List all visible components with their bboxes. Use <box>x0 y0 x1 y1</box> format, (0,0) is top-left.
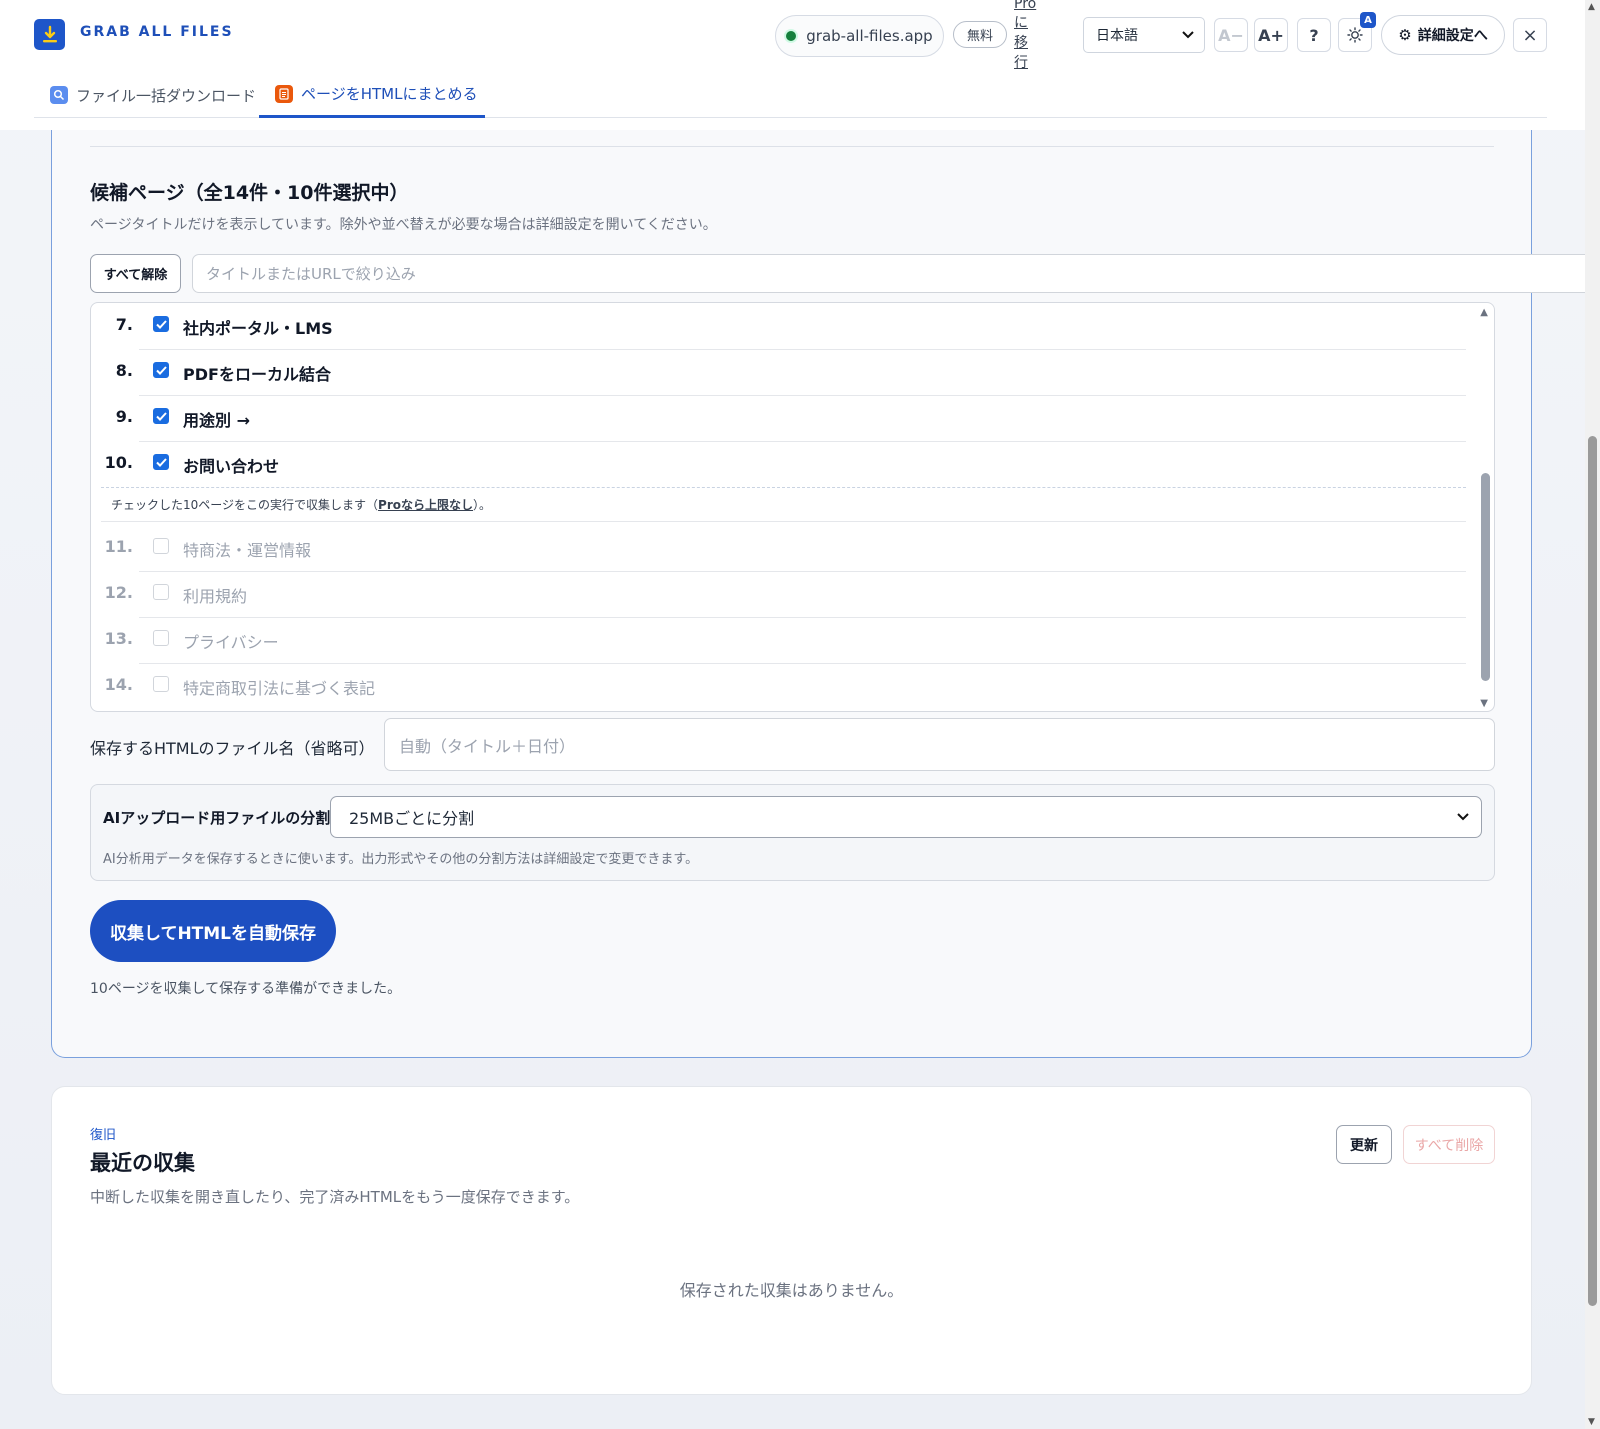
item-checkbox[interactable] <box>153 316 169 332</box>
split-label: AIアップロード用ファイルの分割 <box>103 809 331 827</box>
check-icon <box>155 319 167 329</box>
item-checkbox-disabled <box>153 676 169 692</box>
filename-input[interactable]: 自動（タイトル＋日付） <box>384 718 1495 771</box>
check-icon <box>155 457 167 467</box>
item-title: PDFをローカル結合 <box>183 365 331 384</box>
help-button[interactable]: ? <box>1297 18 1331 52</box>
item-checkbox[interactable] <box>153 362 169 378</box>
item-title: 特商法・運営情報 <box>183 541 312 560</box>
item-number: 14. <box>104 675 133 694</box>
selection-limit-note: チェックした10ページをこの実行で収集します（ Proなら上限なし ）。 <box>101 487 1466 522</box>
item-checkbox-disabled <box>153 630 169 646</box>
item-number: 7. <box>115 315 133 334</box>
list-item: 11. 特商法・運営情報 <box>91 525 1466 572</box>
domain-label: grab-all-files.app <box>806 27 933 45</box>
item-number: 8. <box>115 361 133 380</box>
domain-pill[interactable]: grab-all-files.app <box>775 15 944 57</box>
item-checkbox[interactable] <box>153 454 169 470</box>
language-select[interactable]: 日本語 <box>1083 17 1205 53</box>
item-title: 用途別 → <box>183 411 250 430</box>
clear-all-button[interactable]: すべて解除 <box>90 254 181 293</box>
collect-and-save-button[interactable]: 収集してHTMLを自動保存 <box>90 900 336 962</box>
tab-merge-html[interactable]: ページをHTMLにまとめる <box>259 72 485 118</box>
scroll-up-arrow-icon[interactable]: ▲ <box>1588 2 1595 12</box>
plan-badge: 無料 <box>953 21 1007 48</box>
online-status-icon <box>786 31 797 41</box>
list-scrollbar[interactable]: ▲ ▼ <box>1470 303 1494 711</box>
list-item: 13. プライバシー <box>91 617 1466 664</box>
item-number: 12. <box>104 583 133 602</box>
list-item[interactable]: 8. PDFをローカル結合 <box>91 349 1466 396</box>
pro-unlimited-link[interactable]: Proなら上限なし <box>378 496 473 513</box>
item-number: 11. <box>104 537 133 556</box>
scroll-down-arrow-icon[interactable]: ▼ <box>1480 698 1488 709</box>
scroll-down-arrow-icon[interactable]: ▼ <box>1588 1417 1595 1427</box>
document-icon <box>275 84 293 103</box>
scrollbar-thumb[interactable] <box>1588 436 1597 1306</box>
list-item[interactable]: 9. 用途別 → <box>91 395 1466 442</box>
recent-description: 中断した収集を開き直したり、完了済みHTMLをもう一度保存できます。 <box>90 1188 580 1206</box>
upgrade-pro-link[interactable]: Proに移行 <box>1014 0 1036 71</box>
item-title: プライバシー <box>183 633 279 652</box>
download-logo-icon <box>34 19 65 50</box>
list-item[interactable]: 7. 社内ポータル・LMS <box>91 303 1466 350</box>
candidate-pages-title: 候補ページ（全14件・10件選択中） <box>90 182 409 204</box>
language-value: 日本語 <box>1096 28 1138 44</box>
list-item: 14. 特定商取引法に基づく表記 <box>91 663 1466 710</box>
tab-label: ページをHTMLにまとめる <box>301 85 478 103</box>
page-scrollbar[interactable]: ▲ ▼ <box>1585 0 1600 1429</box>
mode-tabs: ファイル一括ダウンロード ページをHTMLにまとめる <box>34 72 1547 118</box>
close-button[interactable]: × <box>1513 18 1547 52</box>
scrollbar-thumb[interactable] <box>1481 473 1490 681</box>
split-select[interactable]: 25MBごとに分割 <box>330 796 1482 838</box>
scroll-up-arrow-icon[interactable]: ▲ <box>1480 307 1488 318</box>
check-icon <box>155 365 167 375</box>
advanced-settings-button[interactable]: ⚙ 詳細設定へ <box>1381 15 1505 55</box>
font-increase-button[interactable]: A+ <box>1254 18 1288 52</box>
chevron-down-icon <box>1457 813 1469 821</box>
refresh-button[interactable]: 更新 <box>1336 1125 1392 1164</box>
divider <box>90 146 1494 147</box>
check-icon <box>155 411 167 421</box>
item-checkbox-disabled <box>153 538 169 554</box>
filter-input[interactable]: タイトルまたはURLで絞り込み <box>192 254 1595 293</box>
gear-icon: ⚙ <box>1398 26 1412 44</box>
item-number: 10. <box>104 453 133 472</box>
recent-title: 最近の収集 <box>90 1151 195 1175</box>
merge-settings-card: 候補ページ（全14件・10件選択中） ページタイトルだけを表示しています。除外や… <box>51 110 1595 1058</box>
split-value: 25MBごとに分割 <box>349 809 475 828</box>
chevron-down-icon <box>1182 31 1194 39</box>
advanced-settings-label: 詳細設定へ <box>1417 28 1488 44</box>
recent-collections-card: 復旧 最近の収集 中断した収集を開き直したり、完了済みHTMLをもう一度保存でき… <box>51 1086 1532 1395</box>
tab-bulk-download[interactable]: ファイル一括ダウンロード <box>50 72 256 118</box>
ready-status: 10ページを収集して保存する準備ができました。 <box>90 981 402 997</box>
list-item[interactable]: 10. お問い合わせ <box>91 441 1466 488</box>
tab-label: ファイル一括ダウンロード <box>76 86 257 105</box>
item-number: 13. <box>104 629 133 648</box>
font-decrease-button[interactable]: A− <box>1214 18 1248 52</box>
list-item: 12. 利用規約 <box>91 571 1466 618</box>
app-header: GRAB ALL FILES grab-all-files.app 無料 Pro… <box>0 0 1585 130</box>
item-title: 利用規約 <box>183 587 248 606</box>
candidate-pages-description: ページタイトルだけを表示しています。除外や並べ替えが必要な場合は詳細設定を開いて… <box>90 217 717 233</box>
split-description: AI分析用データを保存するときに使います。出力形式やその他の分割方法は詳細設定で… <box>103 852 699 867</box>
app-title: GRAB ALL FILES <box>80 24 234 40</box>
item-number: 9. <box>115 407 133 426</box>
item-checkbox[interactable] <box>153 408 169 424</box>
item-checkbox-disabled <box>153 584 169 600</box>
recovery-kicker: 復旧 <box>90 1128 117 1143</box>
search-icon <box>50 86 68 104</box>
filename-label: 保存するHTMLのファイル名（省略可） <box>90 739 375 758</box>
auto-theme-badge: A <box>1360 12 1376 28</box>
sun-icon <box>1347 27 1363 43</box>
candidate-page-list[interactable]: 7. 社内ポータル・LMS 8. PDFをローカル結合 9. 用途別 → 10.… <box>90 302 1495 712</box>
delete-all-button: すべて削除 <box>1403 1125 1495 1164</box>
item-title: お問い合わせ <box>183 457 280 476</box>
empty-state-message: 保存された収集はありません。 <box>679 1281 904 1300</box>
item-title: 特定商取引法に基づく表記 <box>183 679 376 698</box>
split-settings-box: AIアップロード用ファイルの分割 25MBごとに分割 AI分析用データを保存する… <box>90 784 1495 881</box>
item-title: 社内ポータル・LMS <box>183 319 333 338</box>
